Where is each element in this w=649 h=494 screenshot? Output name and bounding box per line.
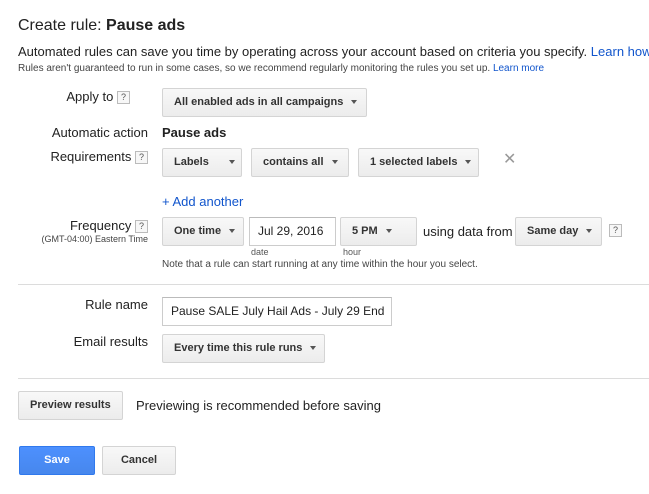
chevron-down-icon — [385, 229, 392, 234]
chevron-down-icon — [465, 160, 472, 165]
frequency-dropdown[interactable]: One time — [162, 217, 244, 246]
using-data-from-label: using data from — [423, 224, 513, 239]
cancel-button[interactable]: Cancel — [102, 446, 176, 475]
timezone-label: (GMT-04:00) Eastern Time — [41, 234, 148, 244]
help-icon[interactable]: ? — [135, 220, 148, 234]
requirement-field-dropdown[interactable]: Labels — [162, 148, 242, 177]
page-title: Create rule: Pause ads — [18, 17, 186, 34]
date-input[interactable]: Jul 29, 2016 — [249, 217, 336, 246]
guarantee-note: Rules aren't guaranteed to run in some c… — [18, 63, 545, 74]
apply-to-dropdown[interactable]: All enabled ads in all campaigns — [162, 88, 367, 117]
preview-hint: Previewing is recommended before saving — [136, 398, 381, 413]
intro-text: Automated rules can save you time by ope… — [18, 44, 649, 59]
automatic-action-label: Automatic action — [51, 125, 148, 140]
automatic-action-value: Pause ads — [162, 125, 227, 140]
learn-more-link[interactable]: Learn more — [493, 63, 544, 74]
help-icon[interactable]: ? — [117, 91, 130, 105]
date-sublabel: date — [251, 247, 269, 257]
save-button[interactable]: Save — [19, 446, 95, 475]
help-icon[interactable]: ? — [135, 151, 148, 165]
email-results-label: Email results — [73, 334, 148, 349]
requirements-label: Requirements — [50, 149, 132, 164]
chevron-down-icon — [351, 100, 358, 105]
frequency-note: Note that a rule can start running at an… — [162, 259, 478, 270]
preview-results-button[interactable]: Preview results — [18, 391, 123, 420]
section-divider — [18, 378, 649, 379]
section-divider — [18, 284, 649, 285]
data-range-dropdown[interactable]: Same day — [515, 217, 602, 246]
requirement-operator-dropdown[interactable]: contains all — [251, 148, 349, 177]
hour-dropdown[interactable]: 5 PM — [340, 217, 417, 246]
chevron-down-icon — [228, 160, 235, 165]
requirement-value-dropdown[interactable]: 1 selected labels — [358, 148, 479, 177]
rule-name-label: Rule name — [85, 297, 148, 312]
chevron-down-icon — [229, 229, 236, 234]
rule-type-name: Pause ads — [106, 17, 186, 34]
help-icon[interactable]: ? — [609, 224, 622, 237]
add-another-link[interactable]: + Add another — [162, 194, 243, 209]
apply-to-row-label: Apply to ? — [66, 89, 130, 105]
hour-sublabel: hour — [343, 247, 362, 257]
learn-how-link[interactable]: Learn how — [591, 44, 649, 59]
frequency-label: Frequency — [69, 218, 132, 233]
frequency-row-label: Frequency ? — [69, 218, 148, 234]
chevron-down-icon — [586, 229, 593, 234]
chevron-down-icon — [310, 346, 317, 351]
remove-requirement-icon[interactable]: ✕ — [503, 149, 516, 169]
rule-name-input[interactable]: Pause SALE July Hail Ads - July 29 End — [162, 297, 392, 326]
chevron-down-icon — [331, 160, 338, 165]
apply-to-label: Apply to — [66, 89, 114, 104]
requirements-row-label: Requirements ? — [50, 149, 148, 165]
email-results-dropdown[interactable]: Every time this rule runs — [162, 334, 325, 363]
